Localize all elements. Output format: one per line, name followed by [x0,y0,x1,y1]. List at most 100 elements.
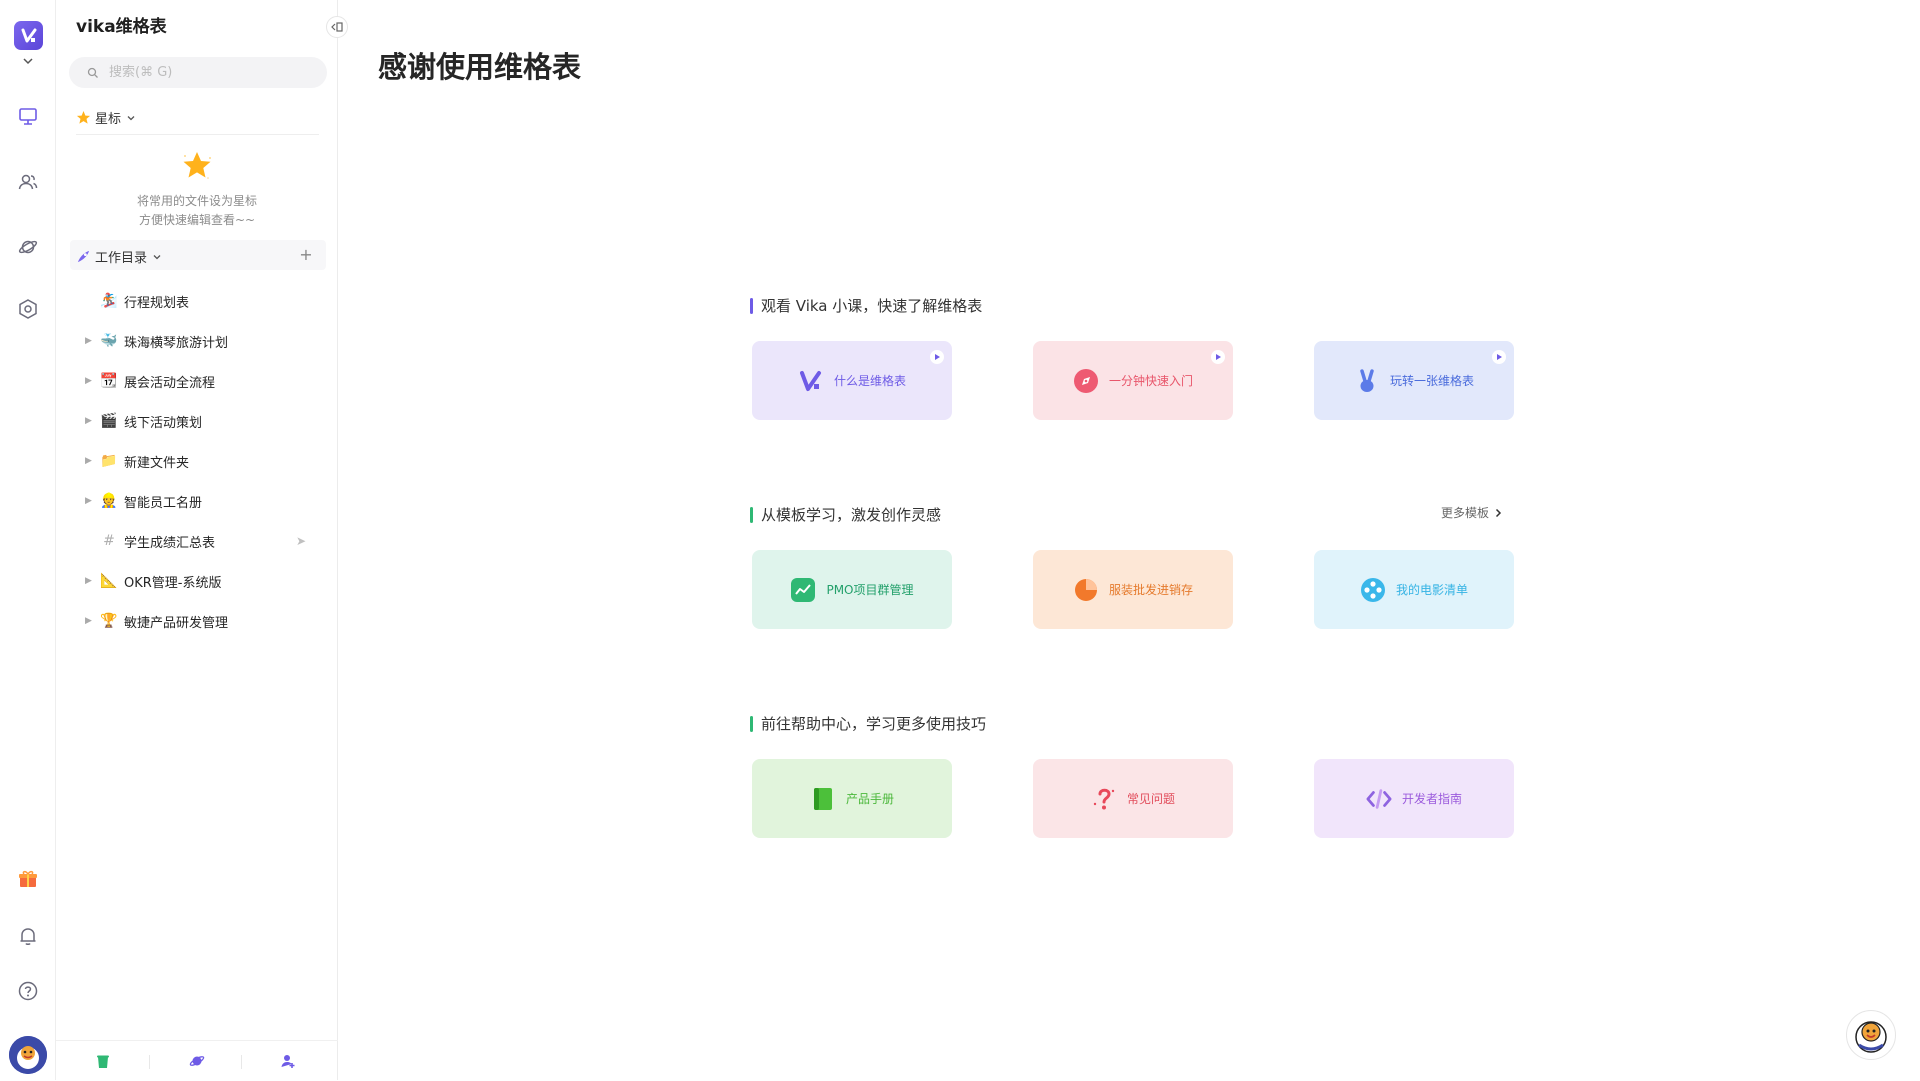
section-accent-bar [750,506,753,523]
section-title-text: 前往帮助中心，学习更多使用技巧 [761,715,987,733]
rocket-icon [77,250,90,263]
assistant-mascot-button[interactable] [1846,1010,1896,1060]
play-icon [1211,350,1225,364]
more-templates-label: 更多模板 [1441,506,1490,520]
node-label: 敏捷产品研发管理 [124,615,229,631]
play-icon [1492,350,1506,364]
chevron-down-icon [153,254,161,259]
video-card-quick-start[interactable]: 一分钟快速入门 [1033,341,1233,420]
code-icon [1366,786,1392,812]
page-title: 感谢使用维格表 [378,50,582,84]
starred-label: 星标 [95,112,122,127]
divider [241,1055,242,1069]
expand-arrow-icon[interactable]: ▶ [85,336,93,346]
chart-line-icon [790,577,816,603]
book-icon [810,786,836,812]
template-card-pmo[interactable]: PMO项目群管理 [752,550,952,629]
chevron-down-icon[interactable] [20,55,36,67]
add-node-button[interactable]: + [298,247,314,263]
card-label: 一分钟快速入门 [1108,374,1193,388]
help-icon[interactable] [14,977,42,1005]
card-label: 常见问题 [1126,792,1175,806]
expand-arrow-icon[interactable]: ▶ [85,376,93,386]
expand-arrow-icon[interactable]: ▶ [85,456,93,466]
card-label: 什么是维格表 [833,374,906,388]
victory-hand-icon [1354,368,1380,394]
starred-empty-line2: 方便快速编辑查看~~ [138,213,256,227]
section-accent-bar [750,715,753,732]
section-title-text: 观看 Vika 小课，快速了解维格表 [761,297,983,315]
left-rail [0,0,56,1080]
chevron-right-icon [1495,508,1502,517]
question-icon [1091,786,1117,812]
tree-node[interactable]: 🏂 行程规划表 [56,286,338,316]
collapse-icon [331,22,343,32]
video-card-what-is-vika[interactable]: 什么是维格表 [752,341,952,420]
chevron-down-icon [127,115,135,120]
tree-node[interactable]: ▶ 📆 展会活动全流程 [56,366,338,396]
play-icon [930,350,944,364]
card-label: 我的电影清单 [1395,583,1468,597]
node-label: OKR管理-系统版 [124,575,222,591]
expand-arrow-icon[interactable]: ▶ [85,496,93,506]
collapse-sidebar-button[interactable] [326,16,348,38]
card-label: 服装批发进销存 [1108,583,1193,597]
gift-icon[interactable] [14,865,42,893]
catalog-label: 工作目录 [95,251,148,266]
tree-node[interactable]: ▶ 📐 OKR管理-系统版 [56,566,338,596]
node-label: 学生成绩汇总表 [124,535,216,551]
section-title: 从模板学习，激发创作灵感 [750,504,941,525]
expand-arrow-icon[interactable]: ▶ [85,616,93,626]
video-card-master-table[interactable]: 玩转一张维格表 [1314,341,1514,420]
users-icon[interactable] [14,168,42,196]
vika-logo-icon[interactable] [14,21,43,50]
search-icon [87,67,98,78]
trash-icon[interactable] [93,1051,113,1071]
bell-icon[interactable] [14,922,42,950]
expand-arrow-icon[interactable]: ▶ [85,576,93,586]
share-icon: ➤ [296,534,307,548]
compass-icon [1073,368,1099,394]
catalog-header[interactable]: 工作目录 [76,247,163,266]
add-member-icon[interactable] [278,1051,298,1071]
user-avatar[interactable] [9,1036,47,1074]
node-emoji-icon: 📐 [100,573,118,589]
node-emoji-icon: 👷 [100,493,118,509]
divider [76,134,319,135]
tree-node[interactable]: ▶ 📁 新建文件夹 [56,446,338,476]
card-label: 开发者指南 [1401,792,1462,806]
more-templates-link[interactable]: 更多模板 [1441,504,1504,521]
tree-node[interactable]: ▶ 🏆 敏捷产品研发管理 [56,606,338,636]
help-card-faq[interactable]: 常见问题 [1033,759,1233,838]
help-card-manual[interactable]: 产品手册 [752,759,952,838]
node-emoji-icon: 🎬 [100,413,118,429]
tree-node[interactable]: # 学生成绩汇总表 ➤ [56,526,338,556]
search-input[interactable] [107,64,311,81]
node-label: 线下活动策划 [124,415,203,431]
expand-arrow-icon[interactable]: ▶ [85,416,93,426]
node-label: 行程规划表 [124,295,190,311]
node-emoji-icon: 📆 [100,373,118,389]
help-card-developer[interactable]: 开发者指南 [1314,759,1514,838]
divider [149,1055,150,1069]
tree-node[interactable]: ▶ 🐳 珠海横琴旅游计划 [56,326,338,356]
planet-icon[interactable] [14,232,42,260]
section-accent-bar [750,297,753,314]
tree-node[interactable]: ▶ 🎬 线下活动策划 [56,406,338,436]
section-title: 前往帮助中心，学习更多使用技巧 [750,713,986,734]
starred-header[interactable]: 星标 [76,108,137,127]
tree-node[interactable]: ▶ 👷 智能员工名册 [56,486,338,516]
monitor-icon[interactable] [14,102,42,130]
pie-chart-icon [1073,577,1099,603]
space-name[interactable]: vika维格表 [76,12,167,37]
template-card-inventory[interactable]: 服装批发进销存 [1033,550,1233,629]
node-label: 珠海横琴旅游计划 [124,335,229,351]
planet-icon[interactable] [187,1051,207,1071]
sidebar: vika维格表 星标 将常用的文件设为星标 方便快速编辑查看~~ 工作目录 + … [56,0,348,1080]
node-emoji-icon: 📁 [100,453,118,469]
hexagon-settings-icon[interactable] [14,295,42,323]
node-emoji-icon: 🏆 [100,613,118,629]
search-box[interactable] [69,57,327,88]
template-card-movies[interactable]: 我的电影清单 [1314,550,1514,629]
node-emoji-icon: 🏂 [100,293,118,309]
